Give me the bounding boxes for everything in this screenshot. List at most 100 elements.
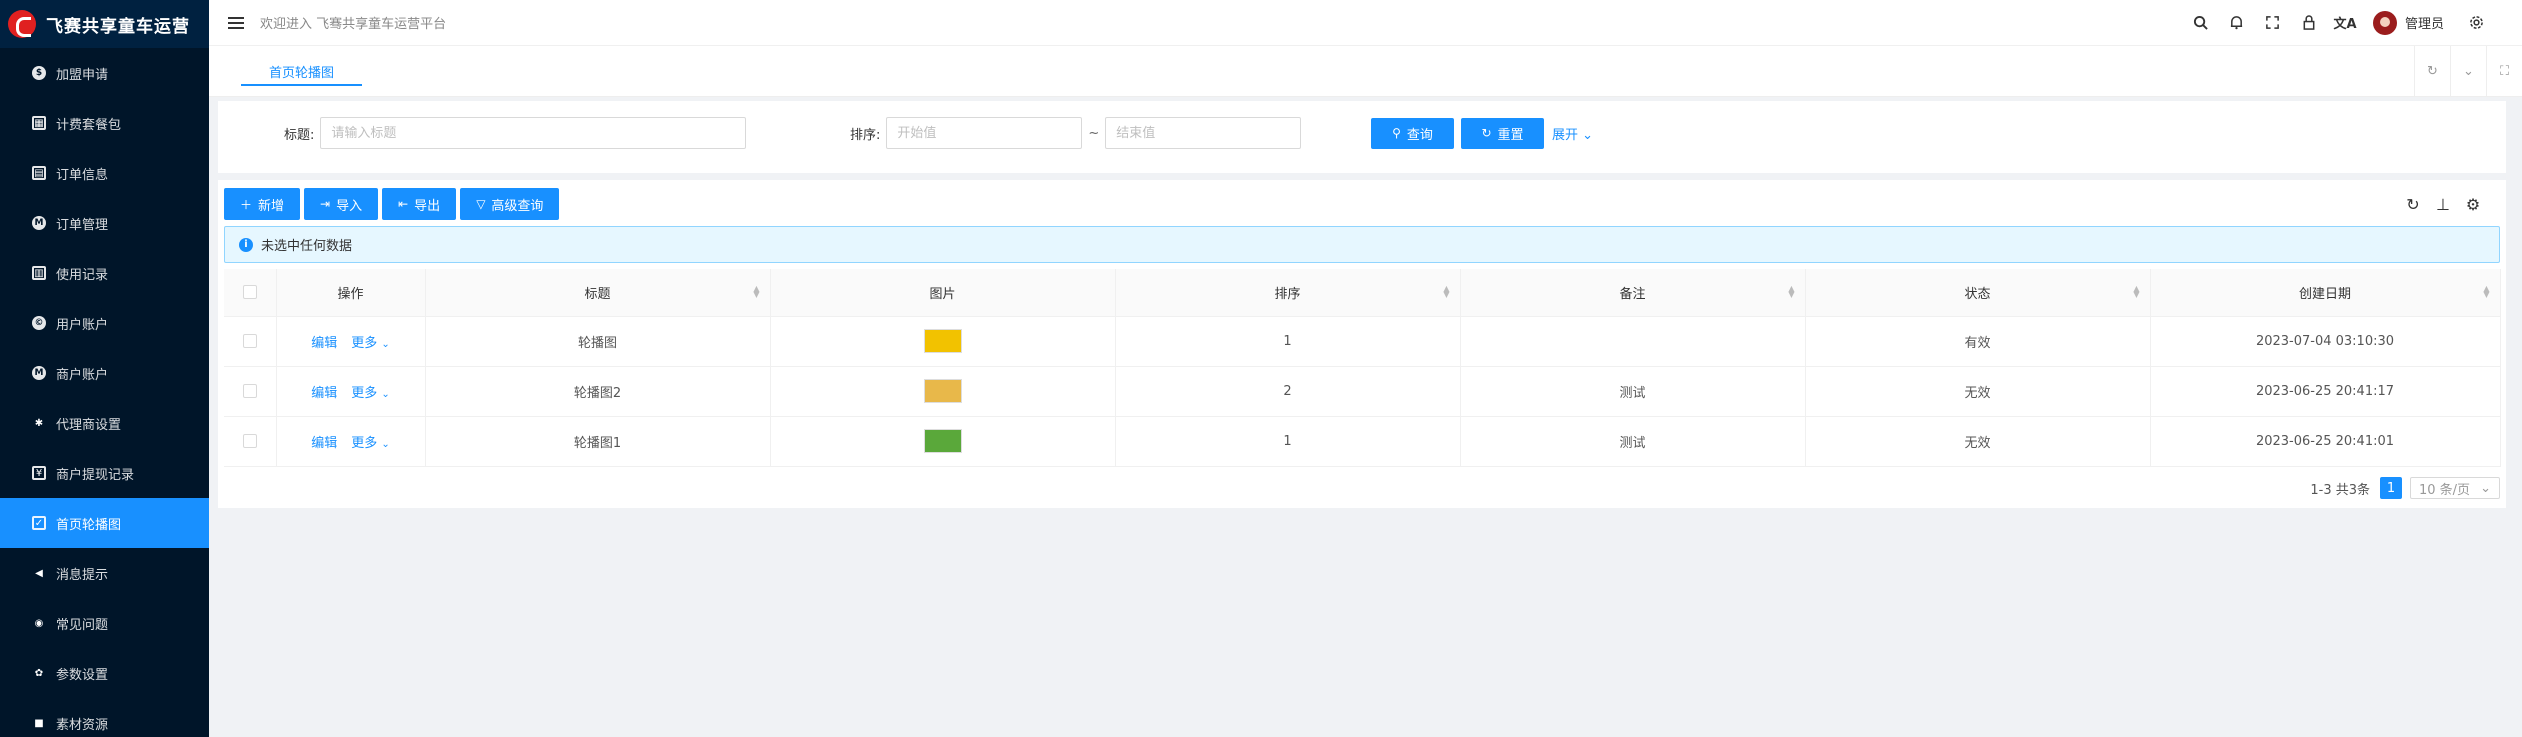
table-row: 编辑 更多 ⌄ 轮播图 1 有效 2023-07-04 03:10:30	[224, 316, 2501, 367]
row-actions: 编辑 更多 ⌄	[276, 316, 426, 367]
cell-created: 2023-06-25 20:41:17	[2150, 366, 2501, 417]
row-checkbox[interactable]	[224, 416, 277, 467]
edit-link[interactable]: 编辑	[311, 336, 337, 351]
import-button[interactable]: ⇥ 导入	[304, 188, 379, 220]
sidebar-item-0[interactable]: $ 加盟申请	[0, 48, 209, 98]
translate-icon[interactable]: 文A	[2327, 0, 2363, 46]
sidebar-item-1[interactable]: ▦ 计费套餐包	[0, 98, 209, 148]
withdraw-icon: ¥	[32, 466, 46, 480]
expand-icon[interactable]: ⛶	[2486, 46, 2522, 97]
query-button[interactable]: ⚲ 查询	[1371, 117, 1454, 149]
advanced-query-button[interactable]: ▽ 高级查询	[460, 188, 560, 220]
select-all-checkbox[interactable]	[224, 269, 277, 317]
fullscreen-icon[interactable]	[2255, 0, 2291, 46]
sidebar-item-10[interactable]: ◀ 消息提示	[0, 548, 209, 598]
refresh-icon[interactable]: ↻	[2398, 195, 2428, 214]
table-header-row: 操作 标题 ▲ ▼ 图片 排序 ▲ ▼ 备注 ▲ ▼ 状态 ▲ ▼ 创建日期 ▲ ▼	[224, 269, 2501, 317]
pagination-total: 1-3 共3条	[2310, 482, 2370, 498]
sort-icon[interactable]: ▲ ▼	[2483, 285, 2489, 299]
table-row: 编辑 更多 ⌄ 轮播图1 1 测试 无效 2023-06-25 20:41:01	[224, 416, 2501, 467]
gear-icon[interactable]	[2458, 0, 2494, 46]
sidebar-item-9[interactable]: ✓ 首页轮播图	[0, 498, 209, 548]
col-header-remark[interactable]: 备注 ▲ ▼	[1460, 269, 1806, 317]
chevron-down-icon[interactable]: ⌄	[2450, 46, 2486, 97]
export-button[interactable]: ⇤ 导出	[382, 188, 457, 220]
col-header-title-label: 标题	[584, 286, 611, 302]
sort-end-input[interactable]	[1105, 117, 1302, 149]
cell-created: 2023-07-04 03:10:30	[2150, 316, 2501, 367]
title-input[interactable]	[320, 117, 747, 149]
sort-icon[interactable]: ▲ ▼	[1788, 285, 1794, 299]
page-size-select[interactable]: 10 条/页 ⌄	[2410, 477, 2500, 499]
more-link[interactable]: 更多 ⌄	[351, 336, 390, 351]
cell-image	[770, 416, 1116, 467]
carousel-thumbnail[interactable]	[923, 429, 962, 453]
col-header-sort-label: 排序	[1274, 286, 1301, 302]
more-link[interactable]: 更多 ⌄	[351, 386, 390, 401]
chevron-down-icon: ⌄	[381, 388, 390, 400]
more-link[interactable]: 更多 ⌄	[351, 436, 390, 451]
import-icon: ⇥	[320, 197, 331, 211]
sidebar-item-12[interactable]: ✿ 参数设置	[0, 648, 209, 698]
reload-icon[interactable]: ↻	[2414, 46, 2450, 97]
sidebar-item-label: 首页轮播图	[56, 517, 122, 533]
search-icon[interactable]	[2183, 0, 2219, 46]
eye-icon: ◉	[34, 617, 44, 629]
sort-icon[interactable]: ▲ ▼	[753, 285, 759, 299]
col-header-created[interactable]: 创建日期 ▲ ▼	[2150, 269, 2501, 317]
row-checkbox[interactable]	[224, 316, 277, 367]
column-height-icon[interactable]: ⊥	[2428, 195, 2458, 214]
table-row: 编辑 更多 ⌄ 轮播图2 2 测试 无效 2023-06-25 20:41:17	[224, 366, 2501, 417]
page-scrollbar[interactable]	[2508, 97, 2522, 737]
edit-link[interactable]: 编辑	[311, 386, 337, 401]
merchant-circle-icon: M	[32, 366, 46, 380]
reset-button-label: 重置	[1497, 127, 1524, 143]
cell-status: 有效	[1805, 316, 2151, 367]
menu-fold-icon[interactable]	[228, 14, 244, 32]
advanced-query-label: 高级查询	[491, 198, 544, 214]
sidebar-item-7[interactable]: ✱ 代理商设置	[0, 398, 209, 448]
edit-link[interactable]: 编辑	[311, 436, 337, 451]
sidebar-item-2[interactable]: ▤ 订单信息	[0, 148, 209, 198]
search-form: 标题: 排序: ~ ⚲ 查询 ↻ 重置 展开 ⌄	[218, 101, 2506, 173]
dollar-circle-icon: $	[32, 66, 46, 80]
col-header-status[interactable]: 状态 ▲ ▼	[1805, 269, 2151, 317]
sort-icon[interactable]: ▲ ▼	[1443, 285, 1449, 299]
sidebar-item-label: 参数设置	[56, 667, 109, 683]
sidebar-item-11[interactable]: ◉ 常见问题	[0, 598, 209, 648]
tab-home-carousel[interactable]: 首页轮播图	[241, 58, 363, 86]
carousel-thumbnail[interactable]	[923, 379, 962, 403]
username[interactable]: 管理员	[2405, 13, 2444, 32]
sort-icon[interactable]: ▲ ▼	[2133, 285, 2139, 299]
col-header-remark-label: 备注	[1619, 286, 1646, 302]
gear-icon[interactable]: ⚙	[2458, 195, 2488, 214]
sidebar-item-4[interactable]: ▥ 使用记录	[0, 248, 209, 298]
add-button[interactable]: ＋ 新增	[224, 188, 301, 220]
android-icon: ✱	[34, 417, 44, 429]
lock-icon[interactable]	[2291, 0, 2327, 46]
expand-link[interactable]: 展开 ⌄	[1552, 124, 1593, 143]
reset-button[interactable]: ↻ 重置	[1461, 117, 1544, 149]
welcome-text: 欢迎进入 飞骞共享童车运营平台	[260, 17, 447, 32]
selection-alert: i 未选中任何数据	[224, 226, 2500, 263]
app-logo[interactable]: 飞赛共享童车运营	[0, 0, 209, 48]
carousel-thumbnail[interactable]	[923, 329, 962, 353]
sort-start-input[interactable]	[886, 117, 1083, 149]
sidebar-item-13[interactable]: ■ 素材资源	[0, 698, 209, 737]
carousel-icon: ✓	[32, 516, 46, 530]
avatar[interactable]	[2372, 10, 2397, 35]
sidebar-item-6[interactable]: M 商户账户	[0, 348, 209, 398]
col-header-sort[interactable]: 排序 ▲ ▼	[1115, 269, 1461, 317]
row-checkbox[interactable]	[224, 366, 277, 417]
sidebar-item-3[interactable]: M 订单管理	[0, 198, 209, 248]
sidebar-item-8[interactable]: ¥ 商户提现记录	[0, 448, 209, 498]
info-icon: i	[239, 237, 253, 252]
sidebar-item-label: 素材资源	[56, 717, 109, 733]
chevron-down-icon: ⌄	[381, 438, 390, 450]
sidebar-item-label: 订单信息	[56, 167, 109, 183]
col-header-title[interactable]: 标题 ▲ ▼	[425, 269, 771, 317]
app-title: 飞赛共享童车运营	[46, 16, 190, 37]
sidebar-item-5[interactable]: © 用户账户	[0, 298, 209, 348]
page-1-button[interactable]: 1	[2380, 477, 2402, 499]
bell-icon[interactable]	[2219, 0, 2255, 46]
